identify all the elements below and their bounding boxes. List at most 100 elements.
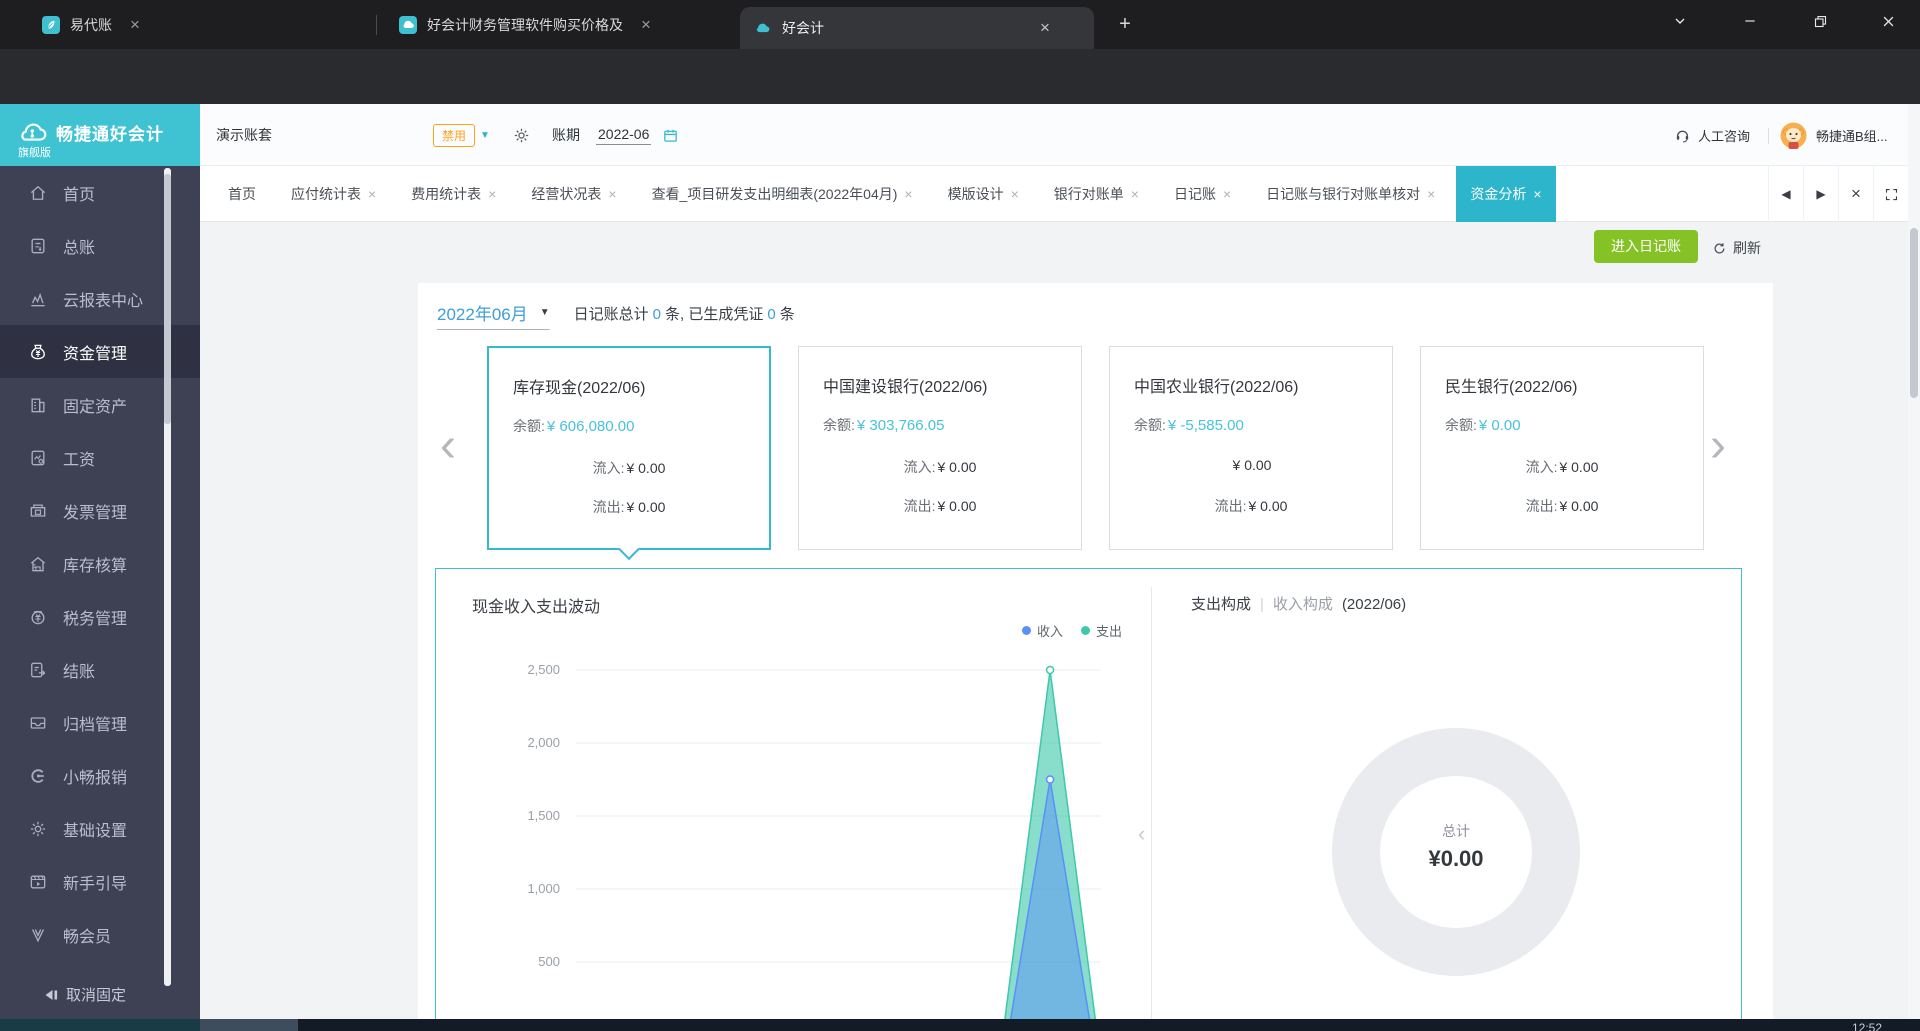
period-value[interactable]: 2022-06 [596, 126, 652, 145]
outflow-label: 流出: [1214, 498, 1247, 514]
logo-edition: 旗舰版 [18, 147, 51, 159]
page-scrollbar-thumb[interactable] [1910, 228, 1918, 398]
tab-project-rd-detail[interactable]: 查看_项目研发支出明细表(2022年04月) × [638, 166, 927, 222]
close-icon[interactable]: × [641, 15, 651, 35]
tab-payables-report[interactable]: 应付统计表 × [277, 166, 390, 222]
account-card-abc[interactable]: 中国农业银行(2022/06) 余额: ¥ -5,585.00 ¥ 0.00 流出… [1109, 346, 1393, 550]
browser-tab-haokuaiji-purchase[interactable]: 好会计财务管理软件购买价格及 × [385, 0, 733, 49]
tab-income-composition[interactable]: 收入构成 [1273, 596, 1333, 613]
report-chart-icon [28, 289, 48, 309]
carousel-next-icon[interactable]: › [1710, 418, 1726, 473]
browser-tab-strip: 易代账 × 好会计财务管理软件购买价格及 × 好会计 × + [0, 0, 1920, 49]
tab-bank-statement[interactable]: 银行对账单 × [1040, 166, 1153, 222]
tab-fund-analysis[interactable]: 资金分析 × [1456, 165, 1556, 222]
horizontal-scrollbar-thumb[interactable] [200, 1019, 298, 1031]
browser-tab-yidaizhang[interactable]: 易代账 × [28, 0, 370, 49]
refresh-button[interactable]: 刷新 [1712, 238, 1761, 258]
tab-expense-composition[interactable]: 支出构成 [1191, 596, 1251, 613]
sidebar-item-label: 小畅报销 [63, 769, 128, 787]
tab-label: 费用统计表 [411, 185, 482, 202]
tab-home[interactable]: 首页 [214, 166, 270, 222]
donut-total-value: ¥0.00 [1428, 846, 1484, 871]
enter-journal-button[interactable]: 进入日记账 [1594, 230, 1698, 263]
tab-expense-report[interactable]: 费用统计表 × [397, 166, 510, 222]
window-restore-button[interactable] [1790, 0, 1850, 42]
browser-navbar: ← → cloud2.chanjet.com/accounting/uh26t2… [0, 49, 1920, 143]
calendar-icon[interactable] [662, 127, 679, 144]
new-tab-button[interactable]: + [1112, 12, 1138, 38]
tab-label: 经营状况表 [531, 185, 602, 202]
month-picker[interactable]: 2022年06月 ▼ [437, 300, 550, 330]
browser-menu-chevron-icon[interactable] [1650, 0, 1710, 42]
balance-value: ¥ 0.00 [1478, 417, 1521, 434]
sidebar-item-label: 结账 [63, 663, 96, 681]
balance-value: ¥ -5,585.00 [1167, 417, 1244, 434]
outflow-label: 流出: [592, 499, 625, 515]
tab-label: 日记账与银行对账单核对 [1266, 185, 1421, 202]
tab-journal-bank-check[interactable]: 日记账与银行对账单核对 × [1252, 166, 1449, 222]
outflow-value: ¥ 0.00 [626, 499, 666, 515]
close-icon[interactable]: × [1040, 18, 1050, 38]
tab-template-design[interactable]: 模版设计 × [934, 166, 1033, 222]
carousel-prev-icon[interactable]: ‹ [440, 418, 456, 473]
svg-text:1,500: 1,500 [527, 808, 560, 823]
close-icon[interactable]: × [1011, 186, 1019, 202]
screen: 易代账 × 好会计财务管理软件购买价格及 × 好会计 × + ← → cloud… [0, 0, 1920, 1031]
close-icon[interactable]: × [1223, 186, 1231, 202]
home-icon [28, 183, 48, 203]
chevron-down-icon[interactable]: ▼ [480, 130, 490, 141]
support-link[interactable]: 人工咨询 [1674, 104, 1750, 166]
balance-label: 余额: [823, 417, 855, 433]
window-minimize-button[interactable] [1720, 0, 1780, 42]
sidebar-item-label: 总账 [63, 239, 96, 257]
page-scrollbar[interactable] [1908, 104, 1920, 1019]
sidebar-scrollbar[interactable] [164, 168, 171, 986]
sidebar-item-label: 云报表中心 [63, 292, 144, 310]
close-icon[interactable]: × [1427, 186, 1435, 202]
sidebar-item-label: 新手引导 [63, 875, 128, 893]
account-set-label[interactable]: 演示账套 [216, 125, 272, 145]
collapse-handle-icon[interactable]: ‹ [1138, 821, 1145, 847]
video-guide-icon [28, 872, 48, 892]
window-close-button[interactable] [1858, 0, 1918, 42]
gear-icon [28, 819, 48, 839]
close-icon[interactable]: × [608, 186, 616, 202]
unpin-icon [44, 987, 60, 1003]
close-icon[interactable]: × [130, 15, 140, 35]
taskbar-clock: 12:52 [1852, 1021, 1883, 1031]
cashflow-area-chart[interactable]: 2,500 2,000 1,500 1,000 500 [436, 569, 1151, 1030]
vip-icon [28, 925, 48, 945]
app-header: 演示账套 禁用 ▼ 账期 2022-06 人工咨询 畅捷通B组... [200, 104, 1920, 166]
month-picker-value[interactable]: 2022年06月 [437, 300, 528, 325]
browser-tab-title: 易代账 [70, 16, 112, 33]
scroll-tabs-right-icon[interactable]: ▶ [1803, 166, 1838, 222]
dropdown-arrow-icon[interactable]: ▼ [540, 307, 550, 318]
tab-operating-report[interactable]: 经营状况表 × [517, 166, 630, 222]
money-bag-icon [28, 342, 48, 362]
user-menu[interactable]: 畅捷通B组... [1780, 104, 1888, 166]
sidebar-scrollbar-thumb[interactable] [164, 174, 171, 424]
svg-text:2,000: 2,000 [527, 735, 560, 750]
gear-icon[interactable] [512, 126, 531, 145]
account-card-minsheng[interactable]: 民生银行(2022/06) 余额: ¥ 0.00 流入: ¥ 0.00 流出: ¥ 0… [1420, 346, 1704, 550]
browser-tab-haokuaiji-active[interactable]: 好会计 × [740, 7, 1094, 49]
fullscreen-icon[interactable] [1873, 166, 1908, 222]
close-icon[interactable]: × [488, 186, 496, 202]
unpin-sidebar-button[interactable]: 取消固定 [44, 984, 126, 1005]
scroll-tabs-left-icon[interactable]: ◀ [1768, 166, 1803, 222]
inflow-label: 流入: [903, 459, 936, 475]
balance-label: 余额: [513, 418, 545, 434]
journal-count: 0 [652, 305, 661, 323]
close-icon[interactable]: × [1533, 186, 1541, 202]
account-card-ccb[interactable]: 中国建设银行(2022/06) 余额: ¥ 303,766.05 流入: ¥ 0.0… [798, 346, 1082, 550]
close-icon[interactable]: × [904, 186, 912, 202]
outflow-value: ¥ 0.00 [1248, 498, 1288, 514]
journal-stats: 日记账总计 0 条, 已生成凭证 0 条 [573, 305, 795, 323]
close-icon[interactable]: × [368, 186, 376, 202]
tab-journal[interactable]: 日记账 × [1160, 166, 1245, 222]
close-icon[interactable]: × [1131, 186, 1139, 202]
account-card-cash[interactable]: 库存现金(2022/06) 余额: ¥ 606,080.00 流入: ¥ 0.00 … [487, 346, 771, 561]
yidaizhang-favicon [42, 15, 60, 34]
close-all-tabs-icon[interactable]: × [1838, 166, 1873, 222]
account-name: 中国建设银行(2022/06) [823, 379, 988, 396]
